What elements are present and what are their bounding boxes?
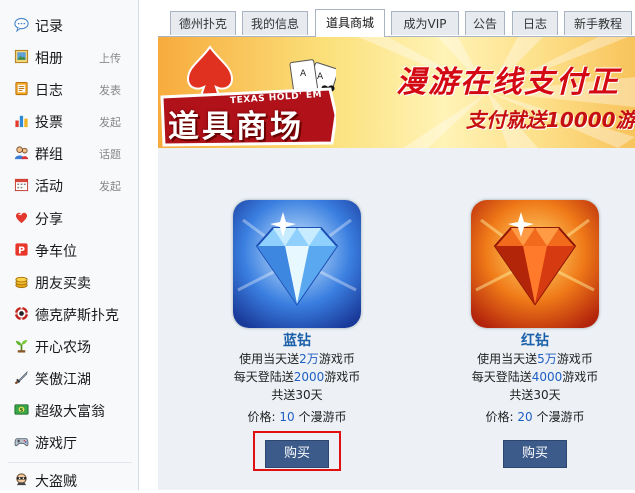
product-bonus-daily: 每天登陆送4000游戏币: [471, 370, 599, 384]
product-price: 价格: 10 个漫游币: [247, 410, 347, 424]
sidebar-item-label: 笑傲江湖: [35, 372, 91, 388]
sidebar-divider: [8, 462, 132, 463]
svg-text:$: $: [20, 408, 24, 414]
tab-bar: 德州扑克 我的信息 道具商城 成为VIP 公告 日志 新手教程: [158, 0, 635, 37]
sidebar-item-parking[interactable]: P 争车位: [0, 237, 138, 263]
sidebar-item-label: 活动: [35, 179, 63, 195]
sidebar-item-monopoly[interactable]: $ 超级大富翁: [0, 397, 138, 423]
tab-become-vip[interactable]: 成为VIP: [391, 11, 459, 35]
sidebar-item-album[interactable]: 相册 上传: [0, 44, 138, 70]
sidebar-item-label: 开心农场: [35, 340, 91, 356]
red-diamond-icon[interactable]: [471, 200, 599, 328]
sidebar-item-label: 群组: [35, 147, 63, 163]
sidebar-item-label: 超级大富翁: [35, 404, 105, 420]
group-icon: [14, 145, 29, 160]
sidebar-item-label: 日志: [35, 83, 63, 99]
tab-my-info[interactable]: 我的信息: [242, 11, 308, 35]
product-bonus-first-day: 使用当天送2万游戏币: [239, 352, 355, 366]
sidebar-item-label: 争车位: [35, 244, 77, 260]
sidebar-item-label: 德克萨斯扑克: [35, 308, 119, 324]
sidebar-item-vote[interactable]: 投票 发起: [0, 108, 138, 134]
sidebar-item-friend-trade[interactable]: 朋友买卖: [0, 269, 138, 295]
sidebar-item-label: 相册: [35, 51, 63, 67]
vote-bar-chart-icon: [14, 113, 29, 128]
sprout-icon: [14, 338, 29, 353]
product-bonus-daily: 每天登陆送2000游戏币: [233, 370, 361, 384]
svg-text:A: A: [317, 72, 324, 82]
sidebar-item-game-hall[interactable]: 游戏厅: [0, 429, 138, 455]
sidebar-item-record[interactable]: 记录: [0, 12, 138, 38]
product-card-red-diamond: 红钻 使用当天送5万游戏币 每天登陆送4000游戏币 共送30天 价格: 20 …: [428, 200, 628, 490]
parking-game-icon: P: [14, 242, 29, 257]
sidebar-item-thief[interactable]: 大盗贼: [0, 467, 138, 493]
event-calendar-icon: [14, 177, 29, 192]
sidebar-item-journal[interactable]: 日志 发表: [0, 76, 138, 102]
sidebar-item-label: 投票: [35, 115, 63, 131]
product-duration: 共送30天: [509, 388, 561, 402]
product-bonus-first-day: 使用当天送5万游戏币: [477, 352, 593, 366]
buy-button-blue-diamond[interactable]: 购买: [265, 440, 329, 468]
banner-brand-title: 道具商场: [168, 109, 304, 145]
money-icon: $: [14, 402, 29, 417]
sidebar-action-topic[interactable]: 话题: [99, 146, 121, 162]
sidebar-action-start[interactable]: 发起: [99, 114, 121, 130]
photo-album-icon: [14, 49, 29, 64]
banner-subline: 支付就送10000游: [466, 108, 635, 132]
svg-text:A: A: [300, 69, 307, 79]
sidebar-item-happy-farm[interactable]: 开心农场: [0, 333, 138, 359]
share-heart-icon: [14, 210, 29, 225]
record-icon: [14, 17, 29, 32]
sidebar-item-texas-poker[interactable]: 德克萨斯扑克: [0, 301, 138, 327]
tab-beginner-guide[interactable]: 新手教程: [564, 11, 632, 35]
coins-icon: [14, 274, 29, 289]
left-sidebar: 记录 相册 上传 日志 发表 投票 发起 群组 话题 活动 发起 分享 P 争车…: [0, 0, 139, 490]
shop-panel: 蓝钻 使用当天送2万游戏币 每天登陆送2000游戏币 共送30天 价格: 10 …: [158, 148, 635, 490]
sidebar-item-label: 大盗贼: [35, 474, 77, 490]
buy-button-red-diamond[interactable]: 购买: [503, 440, 567, 468]
sidebar-action-start[interactable]: 发起: [99, 178, 121, 194]
promo-banner: A A TEXAS HOLD' EM 道具商场 漫游在线支付正 支付就送1000…: [158, 37, 635, 148]
journal-icon: [14, 81, 29, 96]
blue-diamond-icon[interactable]: [233, 200, 361, 328]
sidebar-item-label: 游戏厅: [35, 436, 77, 452]
product-name: 蓝钻: [283, 333, 311, 349]
product-price: 价格: 20 个漫游币: [485, 410, 585, 424]
svg-text:P: P: [18, 245, 25, 256]
sidebar-item-label: 分享: [35, 212, 63, 228]
sidebar-item-label: 朋友买卖: [35, 276, 91, 292]
sidebar-item-group[interactable]: 群组 话题: [0, 140, 138, 166]
product-card-blue-diamond: 蓝钻 使用当天送2万游戏币 每天登陆送2000游戏币 共送30天 价格: 10 …: [190, 200, 390, 490]
product-name: 红钻: [521, 333, 549, 349]
sword-icon: [14, 370, 29, 385]
banner-headline: 漫游在线支付正: [396, 65, 620, 100]
tab-texas-poker[interactable]: 德州扑克: [170, 11, 236, 35]
sidebar-item-jianghu[interactable]: 笑傲江湖: [0, 365, 138, 391]
gamepad-icon: [14, 434, 29, 449]
sidebar-item-share[interactable]: 分享: [0, 205, 138, 231]
sidebar-item-event[interactable]: 活动 发起: [0, 172, 138, 198]
poker-chip-icon: [14, 306, 29, 321]
sidebar-action-upload[interactable]: 上传: [99, 50, 121, 66]
tab-announcements[interactable]: 公告: [465, 11, 505, 35]
sidebar-item-label: 记录: [35, 19, 63, 35]
sidebar-action-post[interactable]: 发表: [99, 82, 121, 98]
tab-journal[interactable]: 日志: [512, 11, 558, 35]
thief-icon: [14, 472, 29, 487]
product-duration: 共送30天: [271, 388, 323, 402]
tab-item-shop[interactable]: 道具商城: [315, 9, 385, 37]
